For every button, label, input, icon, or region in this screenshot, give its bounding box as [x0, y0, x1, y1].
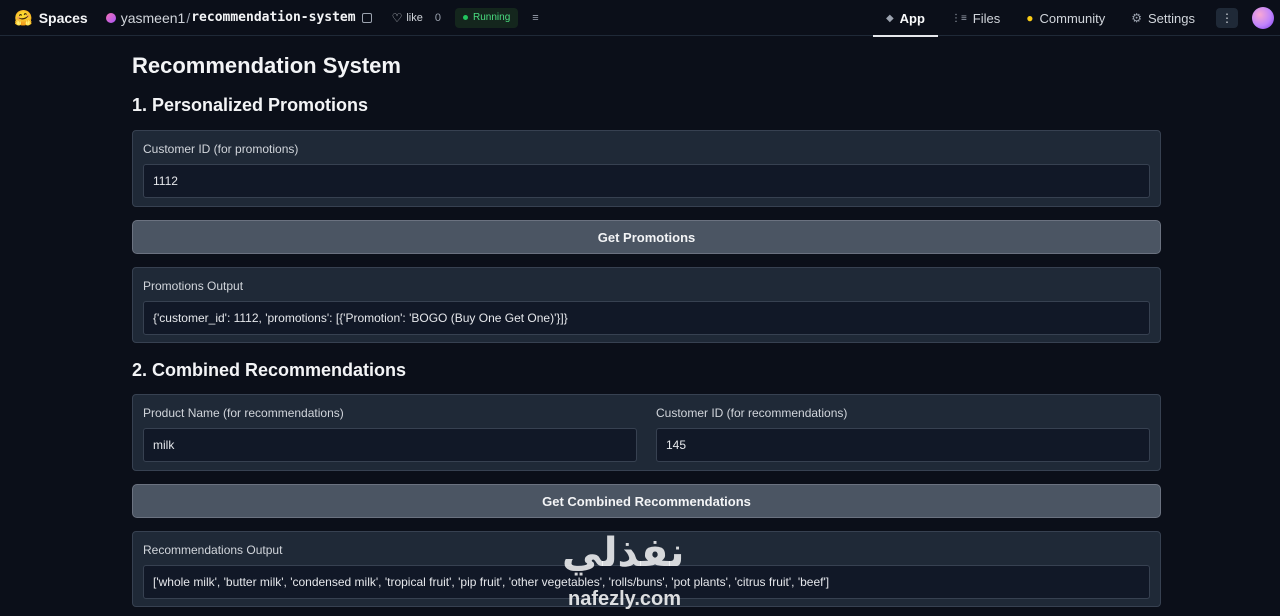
promotions-output-field[interactable]: {'customer_id': 1112, 'promotions': [{'P… — [143, 301, 1150, 335]
status-dot-icon — [463, 15, 468, 20]
like-count: 0 — [434, 11, 441, 24]
tab-community[interactable]: ● Community — [1013, 0, 1118, 36]
hugging-face-logo-icon[interactable]: 🤗 — [14, 9, 33, 27]
recommendations-inputs-panel: Product Name (for recommendations) milk … — [132, 394, 1161, 471]
watermark-latin-text: nafezly.com — [568, 588, 681, 610]
path-separator: / — [186, 9, 191, 26]
repo-name-link[interactable]: recommendation-system — [191, 10, 355, 25]
copy-icon[interactable] — [361, 12, 372, 23]
customer-id-promotions-label: Customer ID (for promotions) — [143, 142, 299, 156]
tab-files-label: Files — [972, 10, 1001, 26]
status-text: Running — [473, 12, 511, 23]
customer-id-recommendations-label: Customer ID (for recommendations) — [656, 406, 848, 420]
product-name-label: Product Name (for recommendations) — [143, 406, 344, 420]
community-icon: ● — [1026, 11, 1034, 25]
tab-settings[interactable]: ⚙ Settings — [1118, 0, 1208, 36]
like-label: like — [406, 11, 423, 24]
promotions-output-panel: Promotions Output {'customer_id': 1112, … — [132, 267, 1161, 343]
section-title-recommendations: 2. Combined Recommendations — [132, 360, 407, 380]
user-avatar[interactable] — [1252, 7, 1274, 29]
watermark-arabic-text: نفذلي — [562, 531, 685, 575]
owner-avatar-icon — [105, 12, 116, 23]
tab-app-label: App — [899, 10, 925, 26]
customer-id-promotions-input[interactable]: 1112 — [143, 164, 1150, 198]
promotions-output-label: Promotions Output — [143, 279, 244, 293]
page-title: Recommendation System — [132, 53, 401, 78]
get-combined-recommendations-button[interactable]: Get Combined Recommendations — [132, 484, 1161, 518]
status-badge[interactable]: Running — [455, 7, 519, 28]
tab-settings-label: Settings — [1148, 10, 1195, 26]
section-title-promotions: 1. Personalized Promotions — [132, 95, 369, 115]
files-icon: ⋮≡ — [950, 12, 967, 24]
like-button[interactable]: ♡ like 0 — [392, 11, 441, 25]
owner-link[interactable]: yasmeen1 — [121, 10, 186, 26]
recommendations-output-label: Recommendations Output — [143, 543, 283, 557]
nafezly-watermark: نفذلي nafezly.com — [558, 530, 728, 616]
heart-icon: ♡ — [391, 10, 403, 25]
tab-files[interactable]: ⋮≡ Files — [938, 0, 1013, 36]
cube-icon: ◆ — [885, 12, 894, 24]
gear-icon: ⚙ — [1131, 11, 1143, 25]
customer-id-recommendations-input[interactable]: 145 — [656, 428, 1150, 462]
product-name-input[interactable]: milk — [143, 428, 637, 462]
more-options-icon[interactable]: ⋮ — [1216, 8, 1238, 28]
spaces-link[interactable]: Spaces — [39, 10, 88, 26]
tab-community-label: Community — [1039, 10, 1106, 26]
get-promotions-button[interactable]: Get Promotions — [132, 220, 1161, 254]
top-navigation-bar: 🤗 Spaces yasmeen1 / recommendation-syste… — [0, 0, 1280, 37]
customer-id-promotions-panel: Customer ID (for promotions) 1112 — [132, 130, 1161, 207]
tab-app[interactable]: ◆ App — [872, 0, 938, 37]
logs-icon[interactable]: ≡ — [532, 12, 538, 24]
